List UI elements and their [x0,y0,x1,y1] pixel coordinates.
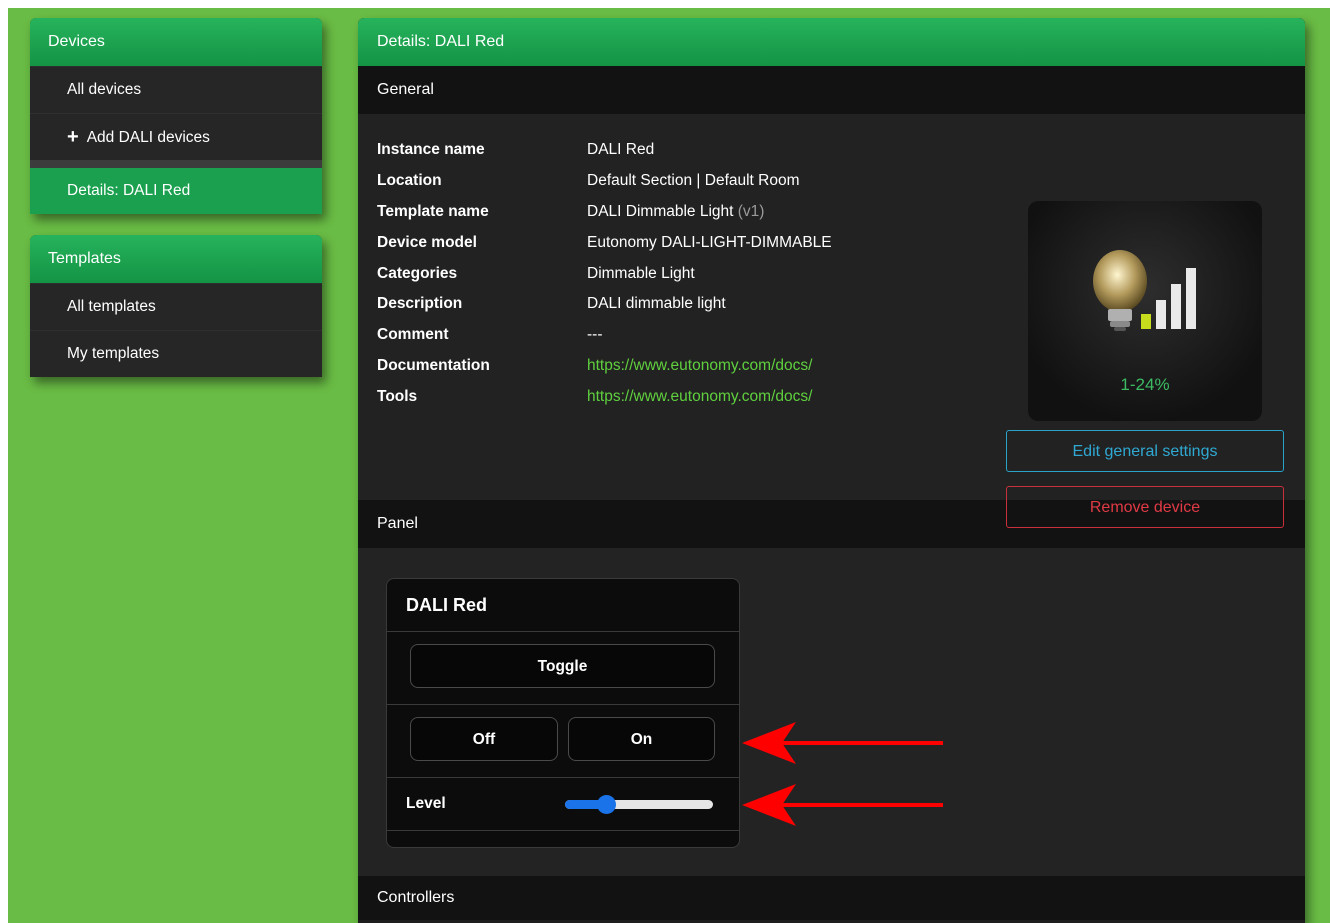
device-status-value: 1-24% [1120,375,1170,394]
info-label: Description [377,295,463,312]
devices-menu: Devices All devices + Add DALI devices De… [30,18,322,214]
sidebar-item-label: My templates [67,345,160,362]
general-section-header: General [358,66,1305,114]
widget-title: DALI Red [387,579,739,632]
info-label: Device model [377,234,477,251]
info-label: Documentation [377,357,490,374]
off-button[interactable]: Off [410,717,558,761]
controllers-section-header: Controllers [358,876,1305,920]
level-label: Level [406,795,446,812]
info-value: Dimmable Light [587,265,695,282]
level-slider-track[interactable] [565,800,713,809]
info-value: DALI dimmable light [587,295,726,312]
sidebar-item-all-devices[interactable]: All devices [30,66,322,113]
sidebar-item-details-dali-red[interactable]: Details: DALI Red [30,168,322,214]
info-label: Template name [377,203,489,220]
tools-link[interactable]: https://www.eutonomy.com/docs/ [587,388,812,406]
documentation-link[interactable]: https://www.eutonomy.com/docs/ [587,357,812,375]
plus-icon: + [67,126,79,148]
info-value: DALI Dimmable Light [587,203,734,220]
info-value: Default Section | Default Room [587,172,800,189]
toggle-button[interactable]: Toggle [410,644,715,688]
sidebar-item-add-dali-devices[interactable]: + Add DALI devices [30,113,322,160]
sidebar-item-label: All devices [67,81,142,98]
templates-menu: Templates All templates My templates [30,235,322,377]
info-label: Tools [377,388,418,405]
sidebar-item-my-templates[interactable]: My templates [30,330,322,377]
lightbulb-signal-icon [1093,250,1196,331]
info-label: Location [377,172,442,189]
toggle-row: Toggle [387,632,739,705]
info-value: --- [587,326,603,343]
device-control-widget: DALI Red Toggle Off On Level [386,578,740,848]
remove-device-button[interactable]: Remove device [1006,486,1284,528]
menu-divider [30,160,322,168]
sidebar-item-label: Add DALI devices [86,129,210,146]
info-value: DALI Red [587,141,655,158]
sidebar-item-label: All templates [67,298,156,315]
on-button[interactable]: On [568,717,715,761]
device-image: 1-24% [1028,201,1262,421]
sidebar-item-label: Details: DALI Red [67,182,191,199]
edit-general-settings-button[interactable]: Edit general settings [1006,430,1284,472]
info-label: Instance name [377,141,485,158]
details-header: Details: DALI Red [358,18,1305,66]
templates-header: Templates [30,235,322,283]
info-value: Eutonomy DALI-LIGHT-DIMMABLE [587,234,832,251]
general-section: Instance name DALI Red Location Default … [358,114,1305,528]
sidebar-item-all-templates[interactable]: All templates [30,283,322,330]
template-version: (v1) [737,203,765,220]
on-off-row: Off On [387,705,739,778]
devices-header: Devices [30,18,322,66]
info-value-wrap: DALI Dimmable Light (v1) [587,203,764,221]
level-row: Level [387,778,739,831]
info-label: Comment [377,326,449,343]
annotation-arrow-level [742,784,943,826]
level-slider-thumb[interactable] [597,795,617,814]
info-label: Categories [377,265,458,282]
annotation-arrow-on-off [742,722,943,764]
